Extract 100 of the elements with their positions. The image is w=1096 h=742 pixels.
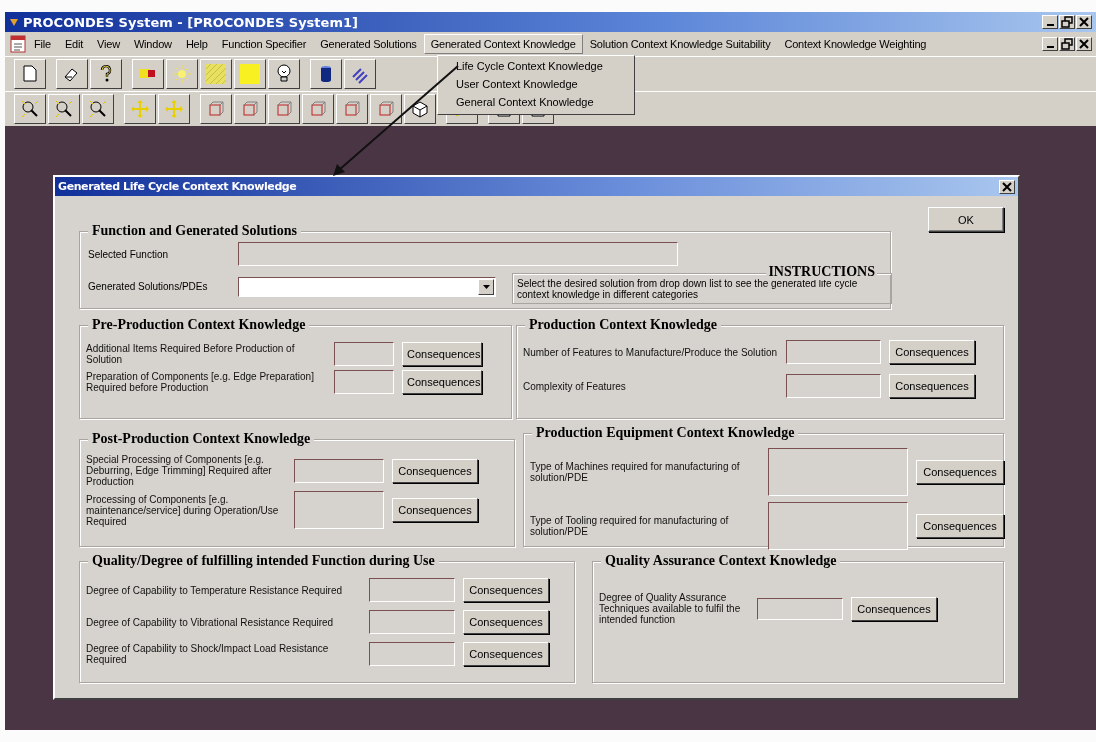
input-field[interactable] (294, 458, 384, 483)
consequences-button[interactable]: Consequences (889, 340, 975, 364)
menu-item[interactable]: View (90, 34, 127, 54)
group-title: Quality Assurance Context Knowledge (601, 553, 841, 569)
close-button[interactable] (999, 179, 1015, 194)
restore-button[interactable] (1059, 37, 1075, 51)
hatched-square-icon (205, 63, 227, 85)
dropdown-button[interactable] (478, 278, 494, 295)
input-field[interactable] (334, 370, 394, 394)
toolbar-button[interactable] (14, 94, 46, 124)
input-field[interactable] (757, 597, 843, 620)
minimize-button[interactable] (1042, 15, 1058, 29)
toolbar-button[interactable] (302, 94, 334, 124)
toolbar-button[interactable] (124, 94, 156, 124)
solutions-dropdown[interactable] (238, 276, 496, 297)
close-button[interactable] (1076, 37, 1092, 51)
input-field[interactable] (768, 502, 908, 550)
field-label: Type of Machines required for manufacturing of solution/PDE (530, 461, 741, 483)
restore-button[interactable] (1059, 15, 1075, 29)
zoom-icon (19, 98, 41, 120)
consequences-button[interactable]: Consequences (889, 374, 975, 398)
input-field[interactable] (786, 340, 881, 364)
consequences-button[interactable]: Consequences (392, 458, 478, 483)
consequences-button[interactable]: Consequences (402, 370, 482, 394)
menu-item[interactable]: Life Cycle Context Knowledge (438, 58, 634, 76)
menu-item[interactable]: User Context Knowledge (438, 76, 634, 94)
minimize-icon (1046, 24, 1054, 26)
input-field[interactable] (768, 448, 908, 496)
field-label: Number of Features to Manufacture/Produce the Solution (523, 346, 778, 358)
dialog-title: Generated Life Cycle Context Knowledge (58, 180, 298, 193)
toolbar-button[interactable] (158, 94, 190, 124)
group-title: Production Equipment Context Knowledge (532, 425, 799, 441)
field-label: Degree of Capability to Temperature Resistance Required (86, 584, 344, 596)
toolbar-button[interactable] (200, 94, 232, 124)
group-title: Pre-Production Context Knowledge (88, 317, 310, 333)
square-icon (239, 63, 261, 85)
toolbar-button[interactable] (82, 94, 114, 124)
menu-item[interactable]: Context Knowledge Weighting (777, 34, 934, 54)
field-label: Selected Function (88, 248, 170, 260)
input-field[interactable] (786, 374, 881, 398)
field-label: Type of Tooling required for manufacturing of solution/PDE (530, 515, 730, 537)
toolbar-button[interactable] (336, 94, 368, 124)
minimize-icon (1046, 46, 1054, 48)
toolbar-button[interactable] (268, 59, 300, 89)
field-label: Complexity of Features (523, 380, 627, 392)
menu-item[interactable]: File (27, 34, 58, 54)
toolbar-button[interactable] (90, 59, 122, 89)
close-icon (1002, 181, 1012, 192)
app-icon (9, 17, 19, 27)
field-label: Special Processing of Components [e.g. Deburring, Edge Trimming] Required after Production (86, 454, 273, 487)
menu-item[interactable]: Help (178, 34, 215, 54)
toolbar-button[interactable] (344, 59, 376, 89)
toolbar-button[interactable] (56, 59, 88, 89)
menu-item[interactable]: Function Specifier (214, 34, 314, 54)
toolbar-button[interactable] (234, 59, 266, 89)
menu-item[interactable]: Generated Solutions (313, 34, 424, 54)
consequences-button[interactable]: Consequences (402, 342, 482, 366)
close-button[interactable] (1076, 15, 1092, 29)
input-field[interactable] (334, 342, 394, 366)
toolbar-button[interactable] (200, 59, 232, 89)
restore-icon (1060, 37, 1074, 51)
toolbar-button[interactable] (404, 94, 436, 124)
consequences-button[interactable]: Consequences (463, 610, 549, 634)
toolbar-button[interactable] (166, 59, 198, 89)
group-title: Post-Production Context Knowledge (88, 431, 315, 447)
consequences-button[interactable]: Consequences (463, 578, 549, 602)
consequences-button[interactable]: Consequences (392, 498, 478, 522)
consequences-button[interactable]: Consequences (851, 596, 937, 621)
menu-item[interactable]: Edit (57, 34, 91, 54)
toolbar-button[interactable] (48, 94, 80, 124)
field-label: Additional Items Required Before Production of Solution (86, 343, 296, 365)
move-icon (129, 98, 151, 120)
menu-item[interactable]: General Context Knowledge (438, 94, 634, 112)
minimize-button[interactable] (1042, 37, 1058, 51)
toolbar-button[interactable] (14, 59, 46, 89)
selected-function-field[interactable] (238, 242, 678, 266)
document-icon[interactable] (9, 35, 27, 53)
consequences-button[interactable]: Consequences (916, 460, 1004, 484)
ok-button[interactable]: OK (928, 207, 1004, 232)
field-label: Processing of Components [e.g. maintenance/service] during Operation/Use Required (86, 493, 280, 527)
input-field[interactable] (294, 491, 384, 529)
input-field[interactable] (369, 610, 455, 634)
restore-icon (1060, 15, 1074, 29)
consequences-button[interactable]: Consequences (916, 514, 1004, 538)
toolbar-button[interactable] (268, 94, 300, 124)
group-title: Production Context Knowledge (525, 317, 721, 333)
input-field[interactable] (369, 642, 455, 666)
toolbar-button[interactable] (310, 59, 342, 89)
toolbar-button[interactable] (234, 94, 266, 124)
group-title: Quality/Degree of fulfilling intended Function during Use (88, 553, 439, 569)
menu-item[interactable]: Window (126, 34, 179, 54)
toolbar-button[interactable] (132, 59, 164, 89)
consequences-button[interactable]: Consequences (463, 642, 549, 666)
input-field[interactable] (369, 578, 455, 602)
menu-item[interactable]: Solution Context Knowledge Suitability (582, 34, 778, 54)
field-label: Degree of Capability to Vibrational Resistance Required (86, 616, 335, 628)
toolbar-button[interactable] (370, 94, 402, 124)
zoom-icon (87, 98, 109, 120)
menu-item[interactable]: Generated Context Knowledge (423, 34, 583, 54)
field-label: Generated Solutions/PDEs (88, 281, 209, 292)
